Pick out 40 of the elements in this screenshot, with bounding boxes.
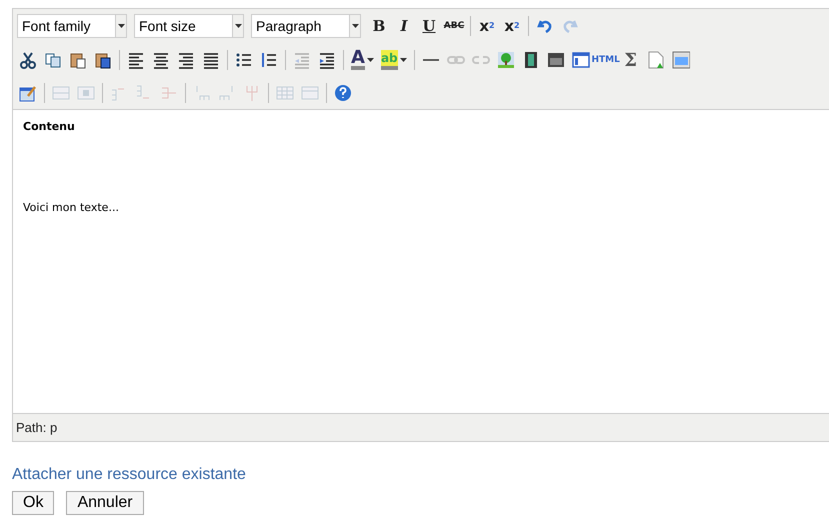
clipboard-icon[interactable] (94, 51, 112, 69)
new-document-icon[interactable] (646, 51, 665, 69)
caret-icon[interactable] (366, 58, 374, 62)
formula-button[interactable]: Σ (620, 49, 642, 71)
align-left-icon[interactable] (127, 51, 145, 69)
window-layout-icon[interactable] (572, 51, 590, 69)
dropdown-select[interactable]: Font family (17, 14, 127, 38)
underline-button[interactable]: U (418, 15, 440, 37)
indent-icon[interactable] (318, 51, 336, 69)
clipboard-icon[interactable] (69, 51, 87, 69)
tree-picture-icon[interactable] (496, 51, 515, 69)
bold-button[interactable]: B (368, 15, 390, 37)
caret-icon[interactable] (234, 24, 242, 28)
table-edit-icon[interactable] (19, 84, 37, 102)
editor-content[interactable]: Contenu Voici mon texte... (13, 109, 829, 414)
content-heading: Contenu (23, 120, 76, 133)
strikethrough-button[interactable]: ABC (443, 15, 465, 37)
cancel-button[interactable]: Annuler (66, 491, 144, 515)
italic-button[interactable]: I (393, 15, 415, 37)
superscript-button[interactable]: x$^{2}$ (501, 15, 523, 37)
scissors-icon[interactable] (19, 51, 37, 69)
copy-icon[interactable] (44, 51, 62, 69)
help-icon[interactable] (334, 84, 352, 102)
bullet-list-icon[interactable] (235, 51, 253, 69)
clapperboard-icon[interactable] (546, 51, 565, 69)
image-insert-icon[interactable] (672, 51, 690, 69)
align-right-icon[interactable] (177, 51, 195, 69)
dropdown-select[interactable]: Paragraph (251, 14, 361, 38)
caret-icon[interactable] (400, 58, 407, 62)
caret-icon[interactable] (352, 24, 358, 28)
align-center-icon[interactable] (152, 51, 170, 69)
justify-icon[interactable] (202, 51, 220, 69)
attach-link[interactable]: Attacher une ressource existante (12, 466, 246, 484)
paragraph-text: Voici mon texte... (23, 201, 120, 214)
caret-icon[interactable] (118, 24, 124, 28)
ok-button[interactable]: Ok (12, 491, 54, 515)
dropdown-select[interactable]: Font size (134, 14, 244, 38)
path-status: Path: p (15, 419, 58, 437)
numbered-list-icon[interactable] (260, 51, 278, 69)
text-color-button[interactable]: A (351, 50, 365, 70)
